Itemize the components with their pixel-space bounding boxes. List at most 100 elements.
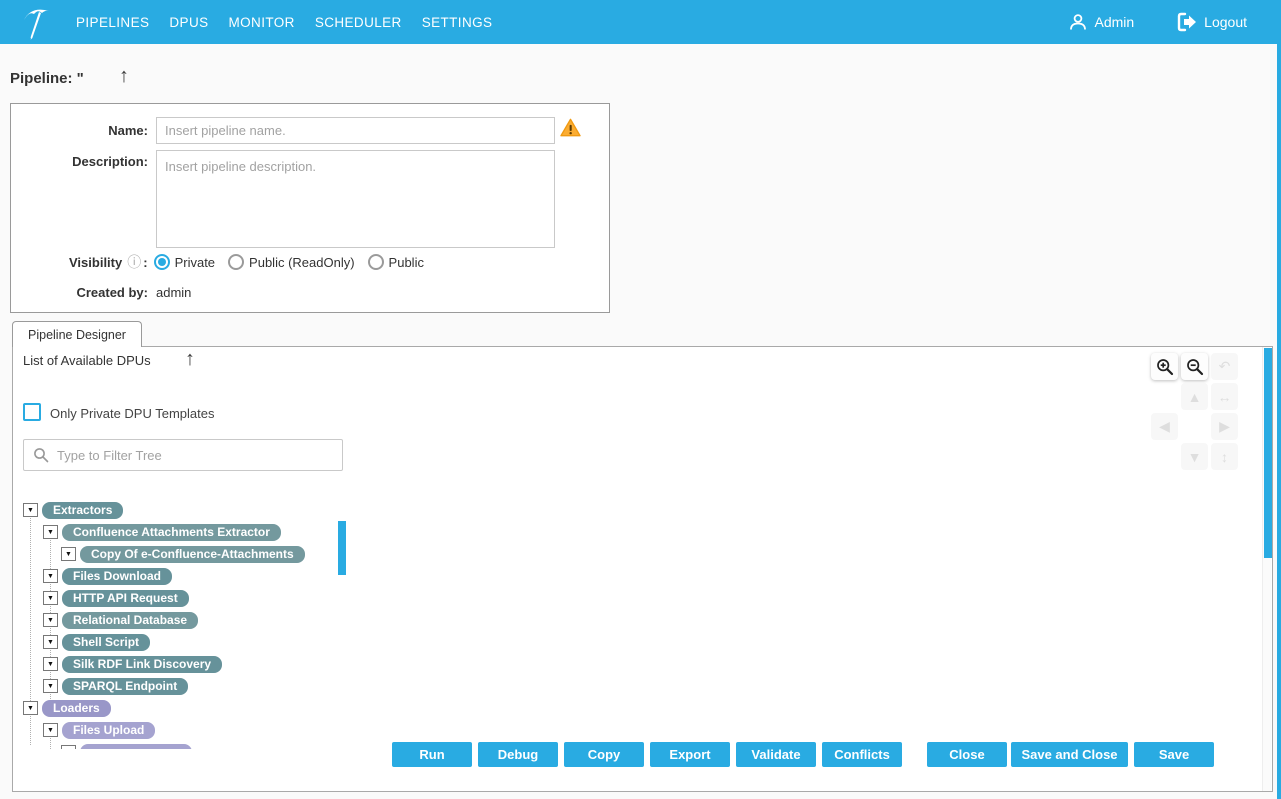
stretch-horizontal-button: ↔ <box>1211 383 1238 410</box>
conflicts-button[interactable]: Conflicts <box>822 742 902 767</box>
expander-icon[interactable]: ▼ <box>43 657 58 671</box>
pipeline-name-input[interactable] <box>156 117 555 144</box>
pipeline-detail-form: Name: Description: Visibility ⓘ : Privat… <box>10 103 610 313</box>
tree-pill[interactable]: Extractors <box>42 502 123 519</box>
expander-icon[interactable]: ▼ <box>43 723 58 737</box>
move-down-button: ▼ <box>1181 443 1208 470</box>
page-title: Pipeline: " <box>10 70 84 87</box>
logout-button[interactable]: Logout <box>1176 12 1247 32</box>
tree-item-confluence-attachments-extractor: ▼ Confluence Attachments Extractor <box>43 523 281 541</box>
nav-item-dpus[interactable]: DPUS <box>169 15 208 30</box>
user-menu[interactable]: Admin <box>1068 12 1134 32</box>
tree-pill[interactable]: Silk RDF Link Discovery <box>62 656 222 673</box>
expander-icon[interactable]: ▼ <box>23 503 38 517</box>
collapse-pipeline-detail-icon[interactable]: ↑ <box>119 66 129 86</box>
tree-pill[interactable]: Shell Script <box>62 634 150 651</box>
tree-pill[interactable]: Loaders <box>42 700 111 717</box>
logout-icon <box>1176 12 1198 32</box>
nav-item-pipelines[interactable]: PIPELINES <box>76 15 149 30</box>
expander-icon[interactable]: ▼ <box>43 613 58 627</box>
tree-pill[interactable]: Files Download <box>62 568 172 585</box>
tree-item-extractors: ▼ Extractors <box>23 501 123 519</box>
undo-icon: ↶ <box>1219 358 1231 375</box>
zoom-out-button[interactable] <box>1181 353 1208 380</box>
created-by-value: admin <box>156 285 191 300</box>
move-up-icon: ▲ <box>1188 389 1202 405</box>
top-navbar: PIPELINES DPUS MONITOR SCHEDULER SETTING… <box>0 0 1281 44</box>
copy-button[interactable]: Copy <box>564 742 644 767</box>
expander-icon[interactable]: ▼ <box>61 547 76 561</box>
visibility-row: Visibility ⓘ : Private Public (ReadOnly)… <box>11 252 609 272</box>
move-right-icon: ▶ <box>1219 418 1230 435</box>
nav-menu: PIPELINES DPUS MONITOR SCHEDULER SETTING… <box>76 0 492 44</box>
app-root: PIPELINES DPUS MONITOR SCHEDULER SETTING… <box>0 0 1281 799</box>
user-label: Admin <box>1094 14 1134 30</box>
expander-icon[interactable]: ▼ <box>43 635 58 649</box>
tree-item-shell-script: ▼ Shell Script <box>43 633 150 651</box>
radio-public-readonly-circle[interactable] <box>228 254 244 270</box>
save-and-close-button[interactable]: Save and Close <box>1011 742 1128 767</box>
debug-button[interactable]: Debug <box>478 742 558 767</box>
pipeline-designer-panel: List of Available DPUs ↑ Only Private DP… <box>12 346 1273 792</box>
canvas-scrollbar-thumb[interactable] <box>1264 348 1272 558</box>
logout-label: Logout <box>1204 14 1247 30</box>
move-up-button: ▲ <box>1181 383 1208 410</box>
tree-pill[interactable]: Copy Of e-Confluence-Attachments <box>80 546 305 563</box>
tree-item-sparql-endpoint: ▼ SPARQL Endpoint <box>43 677 188 695</box>
radio-private[interactable]: Private <box>154 254 215 270</box>
expander-icon[interactable]: ▼ <box>43 525 58 539</box>
expander-icon[interactable]: ▼ <box>43 569 58 583</box>
only-private-dpu-checkbox[interactable] <box>23 403 41 421</box>
dpu-tree: ▼ Extractors ▼ Confluence Attachments Ex… <box>13 497 353 749</box>
umbrella-logo-icon[interactable] <box>18 3 56 41</box>
search-icon <box>33 447 49 463</box>
radio-public[interactable]: Public <box>368 254 424 270</box>
undo-button: ↶ <box>1211 353 1238 380</box>
nav-item-settings[interactable]: SETTINGS <box>422 15 493 30</box>
export-button[interactable]: Export <box>650 742 730 767</box>
close-button[interactable]: Close <box>927 742 1007 767</box>
tree-pill[interactable]: SPARQL Endpoint <box>62 678 188 695</box>
zoom-in-button[interactable] <box>1151 353 1178 380</box>
validate-button[interactable]: Validate <box>736 742 816 767</box>
stretch-vertical-icon: ↕ <box>1221 449 1228 465</box>
tree-pill[interactable]: Files Upload <box>62 722 155 739</box>
dpu-list-title: List of Available DPUs <box>23 353 151 368</box>
move-left-button: ◀ <box>1151 413 1178 440</box>
expander-icon[interactable]: ▼ <box>43 679 58 693</box>
tree-item-clipped: ▼ <box>61 743 192 749</box>
expander-icon[interactable]: ▼ <box>61 745 76 749</box>
run-button[interactable]: Run <box>392 742 472 767</box>
canvas-scrollbar-track[interactable] <box>1262 347 1271 791</box>
move-down-icon: ▼ <box>1188 449 1202 465</box>
nav-item-scheduler[interactable]: SCHEDULER <box>315 15 402 30</box>
tree-item-silk-rdf-link-discovery: ▼ Silk RDF Link Discovery <box>43 655 222 673</box>
tree-item-loaders: ▼ Loaders <box>23 699 111 717</box>
tree-pill[interactable]: HTTP API Request <box>62 590 189 607</box>
only-private-dpu-label: Only Private DPU Templates <box>50 406 215 421</box>
zoom-in-icon <box>1156 358 1174 376</box>
tree-pill[interactable] <box>80 744 192 750</box>
nav-item-monitor[interactable]: MONITOR <box>229 15 295 30</box>
tree-scrollbar-thumb[interactable] <box>338 521 346 575</box>
filter-tree-box <box>23 439 343 471</box>
tree-pill[interactable]: Relational Database <box>62 612 198 629</box>
tree-item-http-api-request: ▼ HTTP API Request <box>43 589 189 607</box>
page-scrollbar[interactable] <box>1277 0 1281 799</box>
radio-public-readonly[interactable]: Public (ReadOnly) <box>228 254 355 270</box>
expander-icon[interactable]: ▼ <box>23 701 38 715</box>
tree-item-files-download: ▼ Files Download <box>43 567 172 585</box>
tab-pipeline-designer[interactable]: Pipeline Designer <box>12 321 142 347</box>
warning-icon <box>560 118 581 137</box>
filter-tree-input[interactable] <box>57 448 342 463</box>
radio-public-circle[interactable] <box>368 254 384 270</box>
save-button[interactable]: Save <box>1134 742 1214 767</box>
created-by-label: Created by: <box>11 285 148 300</box>
radio-private-circle[interactable] <box>154 254 170 270</box>
tree-pill[interactable]: Confluence Attachments Extractor <box>62 524 281 541</box>
info-icon[interactable]: ⓘ <box>127 252 141 272</box>
pipeline-description-input[interactable] <box>156 150 555 248</box>
description-label: Description: <box>11 154 148 169</box>
expander-icon[interactable]: ▼ <box>43 591 58 605</box>
collapse-dpu-list-icon[interactable]: ↑ <box>185 349 195 369</box>
